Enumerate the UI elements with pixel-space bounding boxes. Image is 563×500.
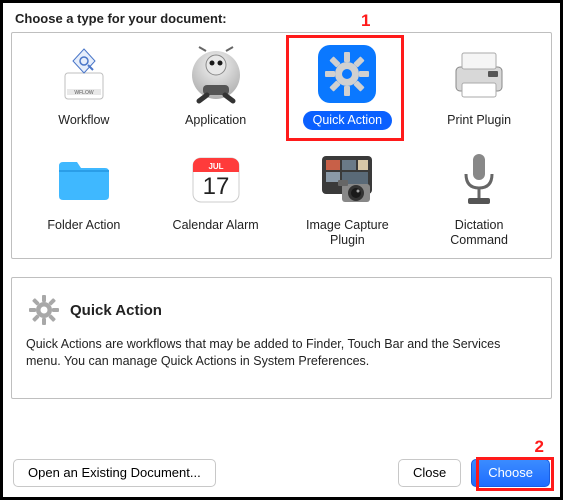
bottom-bar: Open an Existing Document... Close Choos…: [13, 459, 550, 487]
type-label: Dictation Command: [424, 216, 534, 250]
type-image-capture-plugin[interactable]: Image Capture Plugin: [282, 148, 414, 250]
type-label: Calendar Alarm: [163, 216, 269, 235]
svg-text:17: 17: [202, 173, 229, 200]
type-label: Folder Action: [37, 216, 130, 235]
type-application[interactable]: Application: [150, 43, 282, 130]
open-existing-button[interactable]: Open an Existing Document...: [13, 459, 216, 487]
printer-icon: [448, 43, 510, 105]
type-label: Print Plugin: [437, 111, 521, 130]
svg-text:WFLOW: WFLOW: [74, 90, 93, 96]
type-label-selected: Quick Action: [303, 111, 392, 130]
type-dictation-command[interactable]: Dictation Command: [413, 148, 545, 250]
folder-icon: [53, 148, 115, 210]
types-panel: WFLOW Workflow: [11, 32, 552, 259]
type-print-plugin[interactable]: Print Plugin: [413, 43, 545, 130]
type-label: Image Capture Plugin: [292, 216, 402, 250]
annotation-number-2: 2: [535, 437, 544, 457]
choose-button[interactable]: Choose: [471, 459, 550, 487]
type-label: Workflow: [48, 111, 119, 130]
type-workflow[interactable]: WFLOW Workflow: [18, 43, 150, 130]
microphone-icon: [448, 148, 510, 210]
gear-icon: [316, 43, 378, 105]
description-text: Quick Actions are workflows that may be …: [26, 336, 537, 370]
type-folder-action[interactable]: Folder Action: [18, 148, 150, 250]
svg-text:JUL: JUL: [208, 162, 223, 171]
application-icon: [185, 43, 247, 105]
close-button[interactable]: Close: [398, 459, 461, 487]
camera-icon: [316, 148, 378, 210]
type-calendar-alarm[interactable]: JUL 17 Calendar Alarm: [150, 148, 282, 250]
workflow-icon: WFLOW: [53, 43, 115, 105]
description-title: Quick Action: [70, 302, 162, 319]
calendar-icon: JUL 17: [185, 148, 247, 210]
type-quick-action[interactable]: Quick Action: [282, 43, 414, 130]
gear-icon: [26, 292, 62, 328]
dialog-heading: Choose a type for your document:: [15, 11, 552, 26]
type-label: Application: [175, 111, 256, 130]
description-panel: Quick Action Quick Actions are workflows…: [11, 277, 552, 399]
